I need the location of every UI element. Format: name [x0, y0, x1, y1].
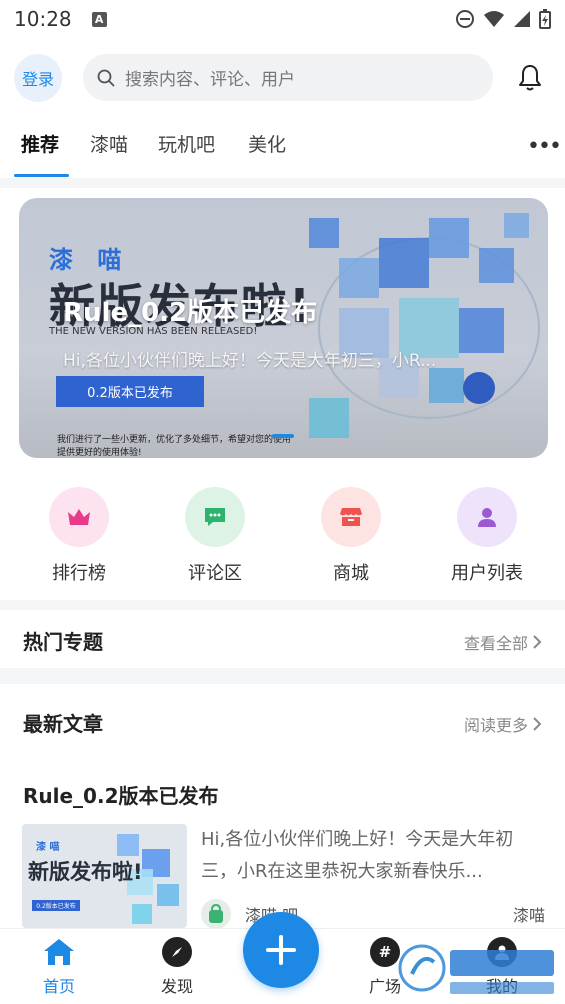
- quick-links: 排行榜 评论区 商城 用户列表: [0, 487, 565, 587]
- tab-wanjiba[interactable]: 玩机吧: [158, 130, 215, 157]
- signal-icon: [514, 11, 530, 27]
- nav-label: 发现: [160, 977, 193, 996]
- status-time: 10:28: [14, 7, 72, 31]
- android-bag-icon: [209, 904, 223, 923]
- dnd-icon: [456, 10, 474, 28]
- user-icon: [457, 487, 517, 547]
- quick-link-ranking[interactable]: 排行榜: [24, 487, 134, 585]
- active-tab-indicator: [14, 174, 69, 177]
- quick-link-label: 用户列表: [451, 563, 523, 584]
- create-post-button[interactable]: [243, 912, 319, 988]
- search-placeholder: 搜索内容、评论、用户: [125, 70, 295, 90]
- chevron-right-icon: [533, 717, 542, 731]
- tab-recommend[interactable]: 推荐: [21, 130, 59, 157]
- hashtag-icon: #: [370, 937, 400, 967]
- hot-topics-header: 热门专题 查看全部: [0, 620, 565, 660]
- status-icons: [455, 9, 551, 29]
- nav-label: 首页: [42, 977, 75, 996]
- tab-qimiao[interactable]: 漆喵: [90, 130, 128, 157]
- quick-link-label: 评论区: [188, 563, 242, 584]
- login-button[interactable]: 登录: [14, 54, 62, 102]
- view-all-link[interactable]: 查看全部: [464, 630, 542, 654]
- home-icon: [44, 939, 74, 965]
- watermark-logo: [398, 944, 554, 994]
- article-title[interactable]: Rule_0.2版本已发布: [23, 780, 219, 809]
- search-icon: [97, 69, 115, 86]
- article-description[interactable]: Hi,各位小伙伴们晚上好！今天是大年初三，小R在这里恭祝大家新春快乐...: [201, 824, 541, 888]
- thumb-brand: 漆 喵: [36, 842, 60, 853]
- latest-articles-title: 最新文章: [23, 712, 103, 736]
- carousel-indicator: [272, 434, 294, 438]
- view-all-label: 查看全部: [463, 634, 528, 653]
- thumb-headline: 新版发布啦!: [28, 860, 143, 884]
- article-thumbnail[interactable]: 漆 喵 新版发布啦! 0.2版本已发布: [22, 824, 187, 928]
- top-header: 登录 搜索内容、评论、用户: [0, 52, 565, 102]
- bell-icon[interactable]: [514, 62, 546, 94]
- nav-discover[interactable]: 发现: [137, 937, 217, 997]
- thumb-tag: 0.2版本已发布: [32, 900, 80, 911]
- compass-icon: [162, 937, 192, 967]
- banner-tag: 0.2版本已发布: [56, 376, 204, 407]
- nav-home[interactable]: 首页: [19, 937, 99, 997]
- banner-carousel[interactable]: 漆 喵 新版发布啦! THE NEW VERSION HAS BEEN RELE…: [19, 198, 548, 458]
- divider: [0, 178, 565, 188]
- wifi-icon: [484, 11, 504, 27]
- category-avatar[interactable]: [201, 899, 231, 929]
- quick-link-users[interactable]: 用户列表: [432, 487, 542, 585]
- chevron-right-icon: [533, 635, 542, 649]
- read-more-link[interactable]: 阅读更多: [464, 712, 542, 736]
- divider: [0, 668, 565, 684]
- read-more-label: 阅读更多: [463, 716, 528, 735]
- quick-link-label: 排行榜: [52, 563, 106, 584]
- latest-articles-header: 最新文章 阅读更多: [0, 702, 565, 742]
- divider: [0, 600, 565, 610]
- hot-topics-title: 热门专题: [23, 630, 103, 654]
- plus-icon: [266, 935, 296, 965]
- search-input[interactable]: 搜索内容、评论、用户: [83, 54, 493, 101]
- battery-icon: [539, 9, 551, 29]
- chat-icon: [185, 487, 245, 547]
- quick-link-label: 商城: [333, 563, 369, 584]
- quick-link-store[interactable]: 商城: [296, 487, 406, 585]
- store-icon: [321, 487, 381, 547]
- status-bar: 10:28 A: [0, 0, 565, 38]
- more-tabs-icon[interactable]: •••: [527, 134, 562, 159]
- banner-title: Rule_0.2版本已发布: [63, 298, 318, 328]
- category-tabs: 推荐 漆喵 玩机吧 美化 •••: [0, 122, 565, 178]
- quick-link-comments[interactable]: 评论区: [160, 487, 270, 585]
- notification-a-icon: A: [91, 11, 107, 27]
- tab-beautify[interactable]: 美化: [248, 130, 286, 157]
- nav-label: 广场: [368, 977, 401, 996]
- article-author[interactable]: 漆喵: [513, 902, 545, 926]
- banner-description: Hi,各位小伙伴们晚上好！今天是大年初三，小R...: [63, 351, 437, 371]
- crown-icon: [49, 487, 109, 547]
- banner-small-text: 我们进行了一些小更新，优化了多处细节，希望对您的使用提供更好的使用体验!: [57, 435, 292, 458]
